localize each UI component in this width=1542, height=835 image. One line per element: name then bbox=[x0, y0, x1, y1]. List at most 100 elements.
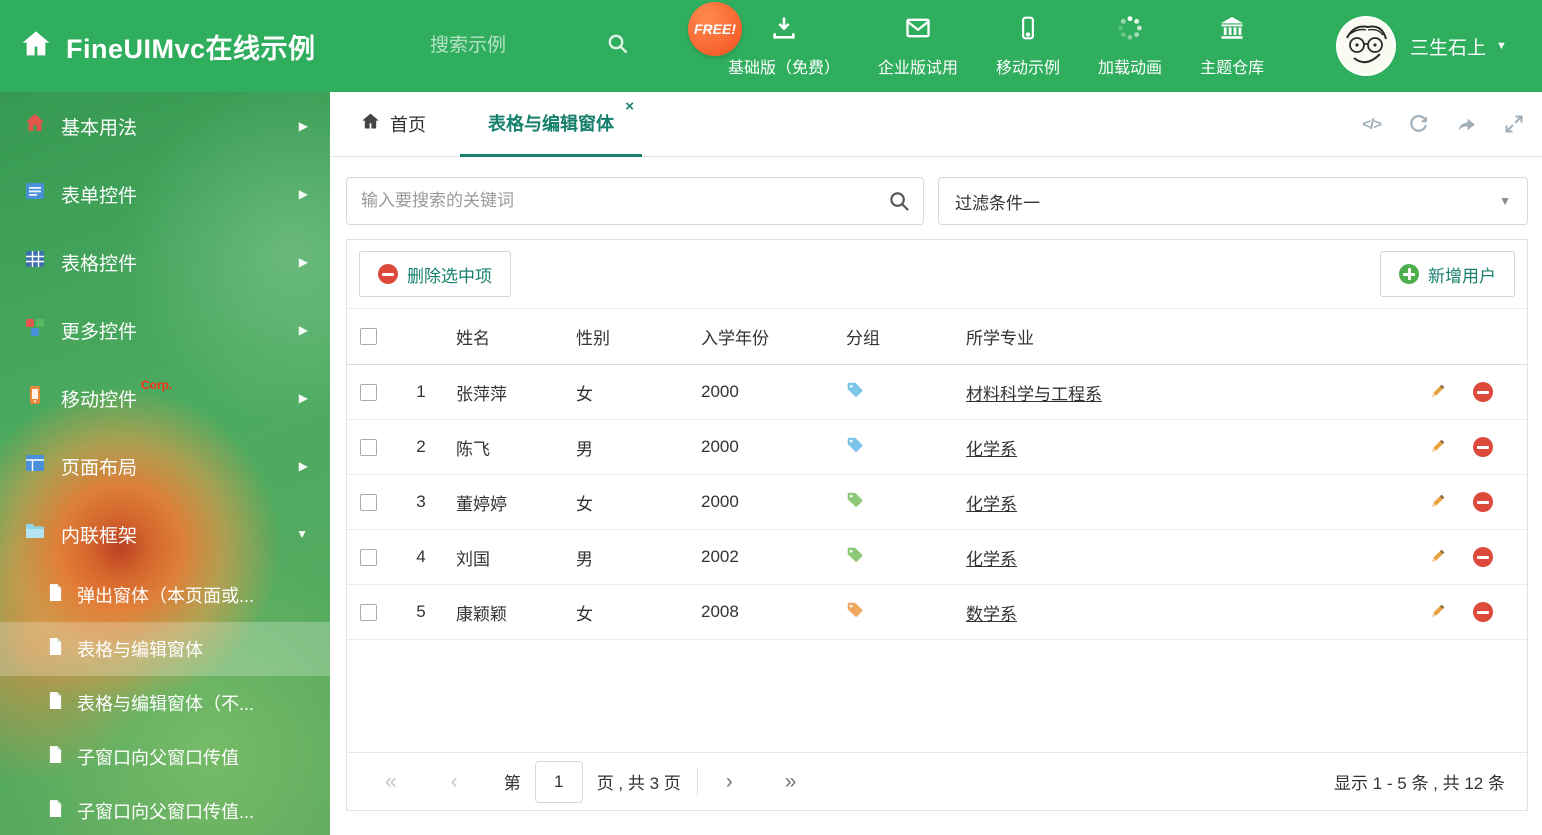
keyword-search-input[interactable] bbox=[347, 178, 923, 224]
sidebar-subitem-label: 子窗口向父窗口传值 bbox=[77, 748, 239, 768]
tag-icon bbox=[847, 492, 863, 507]
sidebar-item-mobile-controls[interactable]: 移动控件 Corp. ▶ bbox=[0, 364, 330, 432]
delete-icon[interactable] bbox=[1473, 437, 1493, 457]
cell-gender: 女 bbox=[576, 384, 593, 404]
row-index: 5 bbox=[416, 602, 426, 621]
nav-item-loading-animations[interactable]: 加载动画 bbox=[1098, 14, 1162, 78]
page-label-suffix: 页 , 共 3 页 bbox=[596, 774, 681, 793]
search-icon[interactable] bbox=[888, 190, 911, 218]
sidebar-subitem-child-to-parent[interactable]: 子窗口向父窗口传值 bbox=[0, 730, 330, 784]
row-checkbox[interactable] bbox=[360, 438, 377, 456]
pagination-bar: « ‹ 第 页 , 共 3 页 › » 显示 1 - 5 条 , 共 12 条 bbox=[347, 752, 1527, 810]
sidebar-item-label: 页面布局 bbox=[61, 457, 138, 479]
row-checkbox[interactable] bbox=[360, 493, 377, 511]
user-avatar[interactable] bbox=[1336, 16, 1396, 76]
last-page-icon[interactable]: » bbox=[785, 771, 797, 792]
source-code-icon[interactable]: </> bbox=[1362, 116, 1382, 133]
bank-icon bbox=[1217, 14, 1247, 47]
app-header: FineUIMvc在线示例 FREE! 基础版（免费） 企业版试 bbox=[0, 0, 1542, 92]
major-link[interactable]: 数学系 bbox=[966, 605, 1017, 624]
tab-home[interactable]: 首页 bbox=[360, 111, 426, 137]
row-index: 2 bbox=[416, 437, 426, 456]
nav-item-enterprise-trial[interactable]: 企业版试用 bbox=[878, 14, 958, 78]
delete-icon[interactable] bbox=[1473, 547, 1493, 567]
sidebar-item-page-layout[interactable]: 页面布局 ▶ bbox=[0, 432, 330, 500]
cell-year: 2000 bbox=[701, 492, 739, 511]
sidebar-subitem-label: 弹出窗体（本页面或... bbox=[77, 586, 255, 606]
close-icon[interactable]: × bbox=[625, 98, 634, 115]
row-index: 4 bbox=[416, 547, 426, 566]
sidebar-item-grid-controls[interactable]: 表格控件 ▶ bbox=[0, 228, 330, 296]
sidebar-item-inline-frame[interactable]: 内联框架 ▼ bbox=[0, 500, 330, 568]
previous-page-icon[interactable]: ‹ bbox=[451, 771, 458, 792]
refresh-icon[interactable] bbox=[1408, 114, 1429, 135]
cell-year: 2008 bbox=[701, 602, 739, 621]
home-icon bbox=[20, 28, 52, 65]
nav-item-theme-repo[interactable]: 主题仓库 bbox=[1200, 14, 1264, 78]
spinner-icon bbox=[1116, 14, 1144, 47]
tab-grid-edit-window[interactable]: 表格与编辑窗体 × bbox=[460, 92, 642, 157]
delete-icon[interactable] bbox=[1473, 602, 1493, 622]
sidebar-subitem-popup-window[interactable]: 弹出窗体（本页面或... bbox=[0, 568, 330, 622]
cell-year: 2000 bbox=[701, 437, 739, 456]
sidebar-subitem-grid-edit-window[interactable]: 表格与编辑窗体 bbox=[0, 622, 330, 676]
major-link[interactable]: 材料科学与工程系 bbox=[966, 385, 1102, 404]
column-header-year: 入学年份 bbox=[701, 329, 769, 348]
app-title: FineUIMvc在线示例 bbox=[66, 33, 316, 64]
next-page-icon[interactable]: › bbox=[726, 771, 733, 792]
sidebar-item-form-controls[interactable]: 表单控件 ▶ bbox=[0, 160, 330, 228]
sidebar-subitem-label: 表格与编辑窗体 bbox=[77, 640, 203, 660]
sidebar: 基本用法 ▶ 表单控件 ▶ 表格控件 ▶ 更多控件 ▶ 移动控件 Corp. ▶… bbox=[0, 92, 330, 835]
layout-icon bbox=[24, 452, 46, 480]
first-page-icon[interactable]: « bbox=[385, 771, 397, 792]
sidebar-item-label: 表单控件 bbox=[61, 185, 138, 207]
sidebar-subitem-label: 子窗口向父窗口传值... bbox=[77, 802, 255, 822]
edit-icon[interactable] bbox=[1427, 492, 1447, 512]
chevron-right-icon: ▶ bbox=[298, 187, 308, 201]
delete-selected-button[interactable]: 删除选中项 bbox=[359, 251, 511, 297]
column-header-name: 姓名 bbox=[456, 329, 490, 348]
edit-icon[interactable] bbox=[1427, 382, 1447, 402]
select-all-checkbox[interactable] bbox=[360, 328, 377, 345]
row-checkbox[interactable] bbox=[360, 383, 377, 401]
row-checkbox[interactable] bbox=[360, 603, 377, 621]
row-index: 3 bbox=[416, 492, 426, 511]
major-link[interactable]: 化学系 bbox=[966, 440, 1017, 459]
brand[interactable]: FineUIMvc在线示例 bbox=[20, 0, 316, 92]
sidebar-subitem-grid-edit-window-2[interactable]: 表格与编辑窗体（不... bbox=[0, 676, 330, 730]
table-icon bbox=[24, 248, 46, 276]
filter-dropdown-value: 过滤条件一 bbox=[955, 193, 1040, 213]
cell-group bbox=[841, 436, 961, 459]
grid-toolbar: 删除选中项 新增用户 bbox=[347, 240, 1527, 309]
search-icon[interactable] bbox=[606, 32, 630, 61]
header-search-input[interactable] bbox=[430, 35, 580, 57]
table-row: 2 陈飞 男 2000 化学系 bbox=[347, 420, 1527, 475]
cell-year: 2000 bbox=[701, 382, 739, 401]
share-icon[interactable] bbox=[1456, 114, 1477, 135]
edit-icon[interactable] bbox=[1427, 437, 1447, 457]
filter-dropdown[interactable]: 过滤条件一 ▼ bbox=[938, 177, 1528, 225]
sidebar-item-basic-usage[interactable]: 基本用法 ▶ bbox=[0, 92, 330, 160]
tab-actions: </> bbox=[1362, 114, 1524, 135]
tab-label: 首页 bbox=[390, 115, 426, 135]
expand-icon[interactable] bbox=[1504, 114, 1524, 134]
add-user-button[interactable]: 新增用户 bbox=[1380, 251, 1515, 297]
cell-name: 刘国 bbox=[456, 549, 490, 569]
edit-icon[interactable] bbox=[1427, 547, 1447, 567]
sidebar-subitem-child-to-parent-2[interactable]: 子窗口向父窗口传值... bbox=[0, 784, 330, 835]
cell-name: 张萍萍 bbox=[456, 384, 507, 404]
major-link[interactable]: 化学系 bbox=[966, 495, 1017, 514]
chevron-right-icon: ▶ bbox=[298, 255, 308, 269]
blocks-icon bbox=[24, 316, 46, 344]
user-menu[interactable]: 三生石上 ▼ bbox=[1410, 0, 1507, 92]
page-number-input[interactable] bbox=[534, 760, 583, 803]
edit-icon[interactable] bbox=[1427, 602, 1447, 622]
row-checkbox[interactable] bbox=[360, 548, 377, 566]
delete-icon[interactable] bbox=[1473, 492, 1493, 512]
major-link[interactable]: 化学系 bbox=[966, 550, 1017, 569]
sidebar-item-more-controls[interactable]: 更多控件 ▶ bbox=[0, 296, 330, 364]
nav-item-basic-free[interactable]: 基础版（免费） bbox=[728, 14, 840, 78]
nav-item-mobile-demo[interactable]: 移动示例 bbox=[996, 14, 1060, 78]
cell-group bbox=[841, 601, 961, 624]
delete-icon[interactable] bbox=[1473, 382, 1493, 402]
